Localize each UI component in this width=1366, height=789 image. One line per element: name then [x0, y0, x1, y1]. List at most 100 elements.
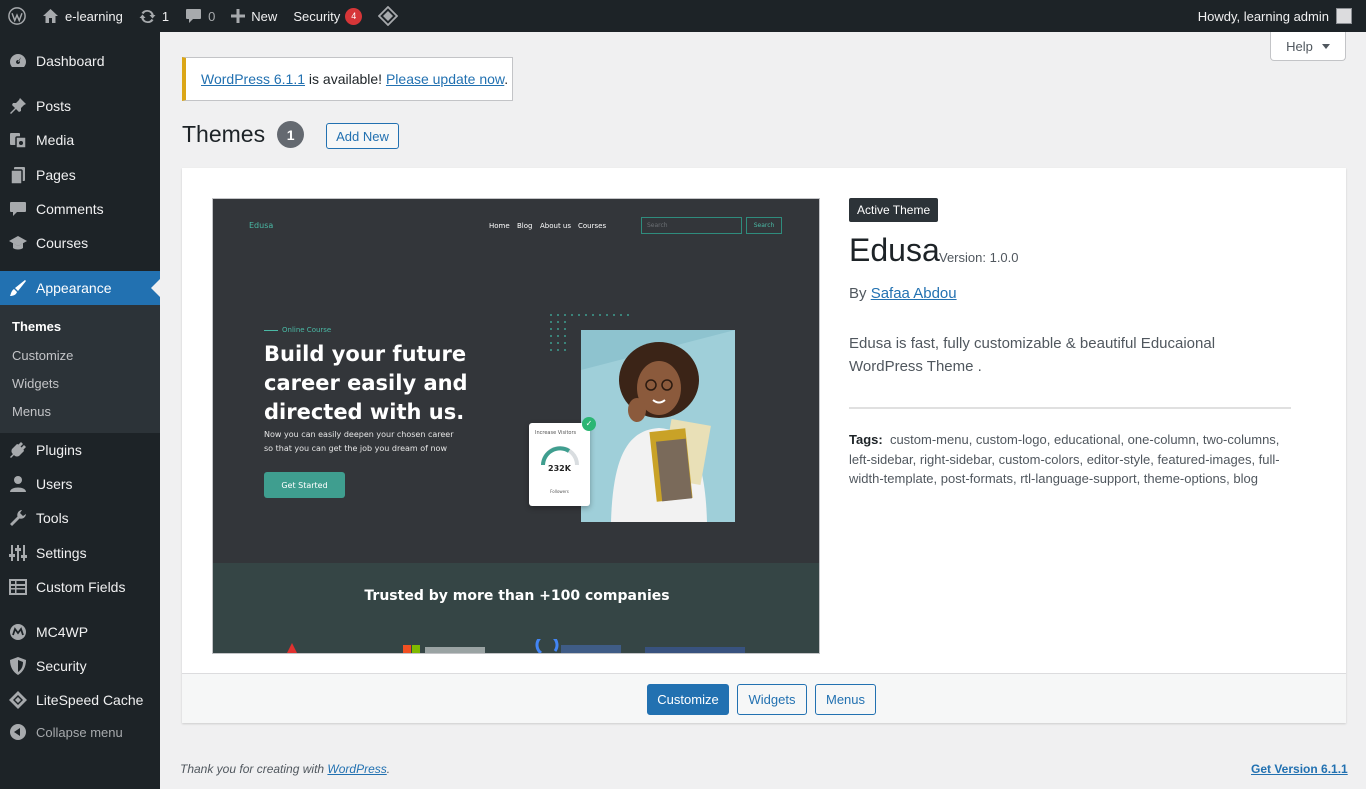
- screenshot-cta-button: Get Started: [264, 472, 345, 498]
- company-logos: [287, 639, 745, 653]
- menu-label: Posts: [36, 98, 72, 114]
- brush-icon: [10, 280, 26, 296]
- menu-label: Users: [36, 476, 73, 492]
- menu-label: Appearance: [36, 280, 112, 296]
- page-title: Themes: [182, 121, 266, 147]
- site-name-link[interactable]: e-learning: [34, 0, 131, 32]
- submenu-customize[interactable]: Customize: [12, 348, 73, 363]
- updates-link[interactable]: 1: [131, 0, 177, 32]
- author-prefix: By: [849, 285, 871, 302]
- theme-version: Version: 1.0.0: [939, 250, 1019, 265]
- menu-label: Tools: [36, 510, 69, 526]
- wordpress-logo-icon[interactable]: [0, 0, 34, 32]
- menu-label: Settings: [36, 545, 87, 561]
- avatar: [1336, 8, 1352, 24]
- submenu-themes[interactable]: Themes: [12, 319, 61, 334]
- eyebrow-line: [264, 330, 278, 331]
- media-icon: [10, 133, 27, 149]
- shield-icon: [10, 657, 26, 675]
- pin-icon: [10, 98, 26, 114]
- update-now-link[interactable]: Please update now: [386, 71, 504, 87]
- menu-mc4wp[interactable]: MC4WP: [0, 615, 160, 649]
- litespeed-adminbar-link[interactable]: [370, 0, 406, 32]
- headline-line: career easily and: [264, 371, 468, 395]
- new-content-link[interactable]: New: [223, 0, 285, 32]
- security-label: Security: [293, 8, 341, 24]
- diamond-icon: [9, 691, 27, 709]
- menu-custom-fields[interactable]: Custom Fields: [0, 570, 160, 604]
- comments-link[interactable]: 0: [177, 0, 223, 32]
- headline-line: directed with us.: [264, 400, 465, 424]
- menu-courses[interactable]: Courses: [0, 226, 160, 260]
- menu-media[interactable]: Media: [0, 123, 160, 157]
- menu-label: Dashboard: [36, 53, 105, 69]
- menu-users[interactable]: Users: [0, 467, 160, 501]
- current-menu-arrow: [151, 279, 160, 297]
- notice-text: is available!: [305, 71, 386, 87]
- my-account[interactable]: Howdy, learning admin: [1198, 8, 1366, 24]
- submenu-menus[interactable]: Menus: [12, 404, 51, 419]
- visitors-label: Increase Visitors: [535, 430, 577, 436]
- new-label: New: [251, 8, 278, 24]
- menu-posts[interactable]: Posts: [0, 89, 160, 123]
- customize-button[interactable]: Customize: [647, 684, 729, 715]
- screenshot-search-button: Search: [746, 217, 782, 234]
- menu-dashboard[interactable]: Dashboard: [0, 44, 160, 78]
- menu-plugins[interactable]: Plugins: [0, 433, 160, 467]
- comment-icon: [186, 9, 202, 23]
- screenshot-logo: Edusa: [249, 221, 274, 230]
- menu-security[interactable]: Security: [0, 649, 160, 683]
- menus-button[interactable]: Menus: [815, 684, 876, 715]
- comment-icon: [10, 202, 26, 216]
- admin-sidebar: Dashboard Posts Media Pages Comments Cou…: [0, 32, 160, 789]
- screenshot-nav-item: Home: [489, 222, 510, 230]
- screenshot-subtext: Now you can easily deepen your chosen ca…: [264, 428, 454, 456]
- screenshot-nav-item: Courses: [578, 222, 607, 230]
- author-link[interactable]: Safaa Abdou: [871, 285, 957, 302]
- divider: [849, 407, 1291, 409]
- menu-label: Security: [36, 658, 87, 674]
- diamond-icon: [378, 6, 399, 26]
- menu-comments[interactable]: Comments: [0, 192, 160, 226]
- submenu-widgets[interactable]: Widgets: [12, 376, 59, 391]
- help-tab-button[interactable]: Help: [1270, 32, 1346, 61]
- menu-label: Plugins: [36, 442, 82, 458]
- collapse-menu-button[interactable]: Collapse menu: [0, 724, 123, 740]
- screenshot-nav-item: Blog: [517, 222, 533, 230]
- add-new-theme-button[interactable]: Add New: [326, 123, 399, 149]
- menu-litespeed-cache[interactable]: LiteSpeed Cache: [0, 683, 160, 717]
- theme-screenshot[interactable]: Edusa Home Blog About us Courses Search …: [212, 198, 820, 654]
- security-link[interactable]: Security 4: [285, 0, 370, 32]
- menu-settings[interactable]: Settings: [0, 536, 160, 570]
- get-version-link[interactable]: Get Version 6.1.1: [1251, 762, 1348, 776]
- menu-pages[interactable]: Pages: [0, 158, 160, 192]
- pages-icon: [10, 167, 25, 185]
- page-heading: Themes 1: [182, 121, 305, 148]
- screenshot-search-field: Search: [641, 217, 742, 234]
- dashboard-icon: [10, 54, 26, 67]
- theme-author: By Safaa Abdou: [849, 285, 957, 302]
- wordpress-link[interactable]: WordPress: [327, 762, 386, 776]
- menu-label: Courses: [36, 235, 89, 251]
- theme-description: Edusa is fast, fully customizable & beau…: [849, 335, 1216, 375]
- theme-count-badge: 1: [277, 121, 305, 148]
- screenshot-trusted-text: Trusted by more than +100 companies: [364, 588, 670, 604]
- widgets-button[interactable]: Widgets: [737, 684, 807, 715]
- visitors-card: Increase Visitors 232K Followers ✓: [529, 417, 596, 506]
- menu-label: LiteSpeed Cache: [36, 692, 144, 708]
- wordpress-version-link[interactable]: WordPress 6.1.1: [201, 71, 305, 87]
- comments-count: 0: [208, 8, 216, 24]
- menu-appearance[interactable]: Appearance: [0, 271, 160, 305]
- table-icon: [9, 579, 27, 595]
- updates-icon: [139, 9, 156, 23]
- home-icon: [43, 9, 58, 23]
- screenshot-nav-item: About us: [540, 222, 572, 230]
- theme-tags: Tags: custom-menu, custom-logo, educatio…: [849, 430, 1291, 489]
- subtext-line: Now you can easily deepen your chosen ca…: [264, 430, 454, 439]
- menu-tools[interactable]: Tools: [0, 501, 160, 535]
- admin-bar: e-learning 1 0 New Security 4 Howdy, lea…: [0, 0, 1366, 32]
- wrench-icon: [10, 510, 26, 526]
- screenshot-headline: Build your future career easily and dire…: [264, 340, 468, 427]
- active-theme-badge: Active Theme: [849, 198, 939, 222]
- howdy-text: Howdy, learning admin: [1197, 8, 1329, 24]
